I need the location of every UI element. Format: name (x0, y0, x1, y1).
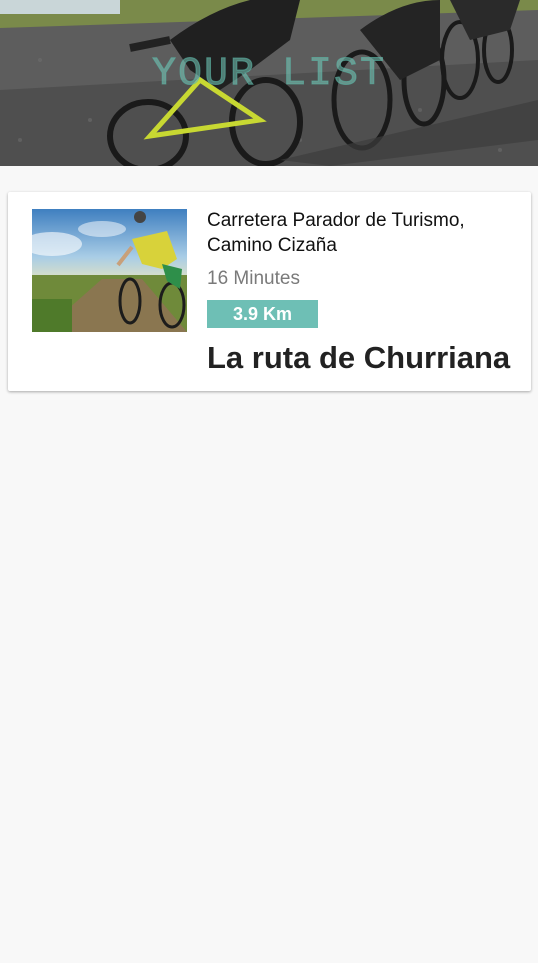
cyclist-photo (32, 209, 187, 332)
route-card[interactable]: Carretera Parador de Turismo, Camino Ciz… (8, 192, 531, 391)
header-banner: YOUR LIST (0, 0, 538, 166)
route-thumbnail (32, 209, 187, 332)
route-duration: 16 Minutes (207, 268, 300, 289)
page-title: YOUR LIST (151, 52, 387, 98)
route-name: La ruta de Churriana (207, 340, 511, 375)
route-distance-badge: 3.9 Km (207, 300, 318, 328)
route-address: Carretera Parador de Turismo, Camino Ciz… (207, 210, 465, 256)
